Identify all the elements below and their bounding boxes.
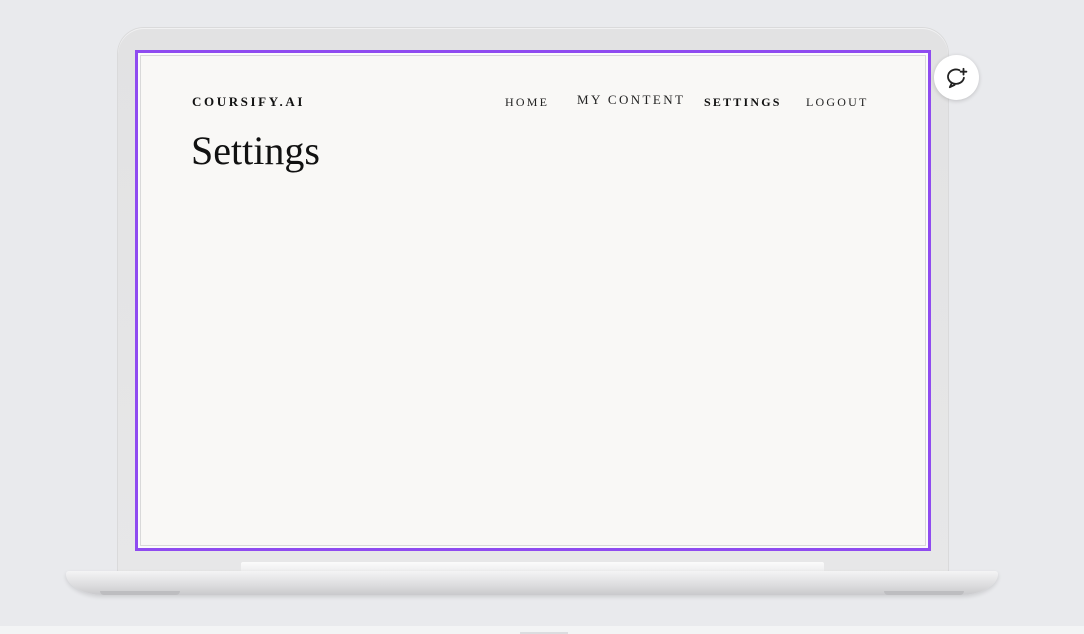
brand-logo-text[interactable]: COURSIFY.AI [192, 94, 305, 110]
laptop-base [66, 571, 998, 595]
chat-plus-icon [945, 66, 969, 90]
new-chat-button[interactable] [934, 55, 979, 100]
app-page: COURSIFY.AI HOME MY CONTENT SETTINGS LOG… [140, 55, 926, 546]
laptop-foot-right [884, 591, 964, 595]
page-title: Settings [191, 128, 320, 173]
nav-link-settings[interactable]: SETTINGS [704, 95, 782, 110]
device-mockup-stage: COURSIFY.AI HOME MY CONTENT SETTINGS LOG… [0, 0, 1084, 634]
nav-link-logout[interactable]: LOGOUT [806, 95, 869, 110]
laptop-screen-highlight: COURSIFY.AI HOME MY CONTENT SETTINGS LOG… [135, 50, 931, 551]
laptop-foot-left [100, 591, 180, 595]
laptop-hinge [241, 562, 824, 571]
nav-link-home[interactable]: HOME [505, 95, 549, 110]
nav-link-my-content[interactable]: MY CONTENT [577, 92, 685, 108]
